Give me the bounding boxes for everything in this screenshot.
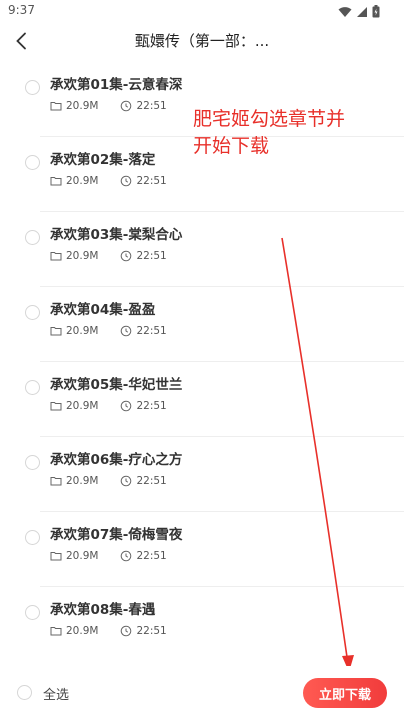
select-all-label[interactable]: 全选 xyxy=(43,684,69,703)
select-all-checkbox[interactable] xyxy=(17,685,32,700)
annotation-arrow-icon xyxy=(281,237,354,672)
download-button[interactable]: 立即下载 xyxy=(303,678,387,708)
bottom-bar: 全选 立即下载 xyxy=(0,666,404,718)
